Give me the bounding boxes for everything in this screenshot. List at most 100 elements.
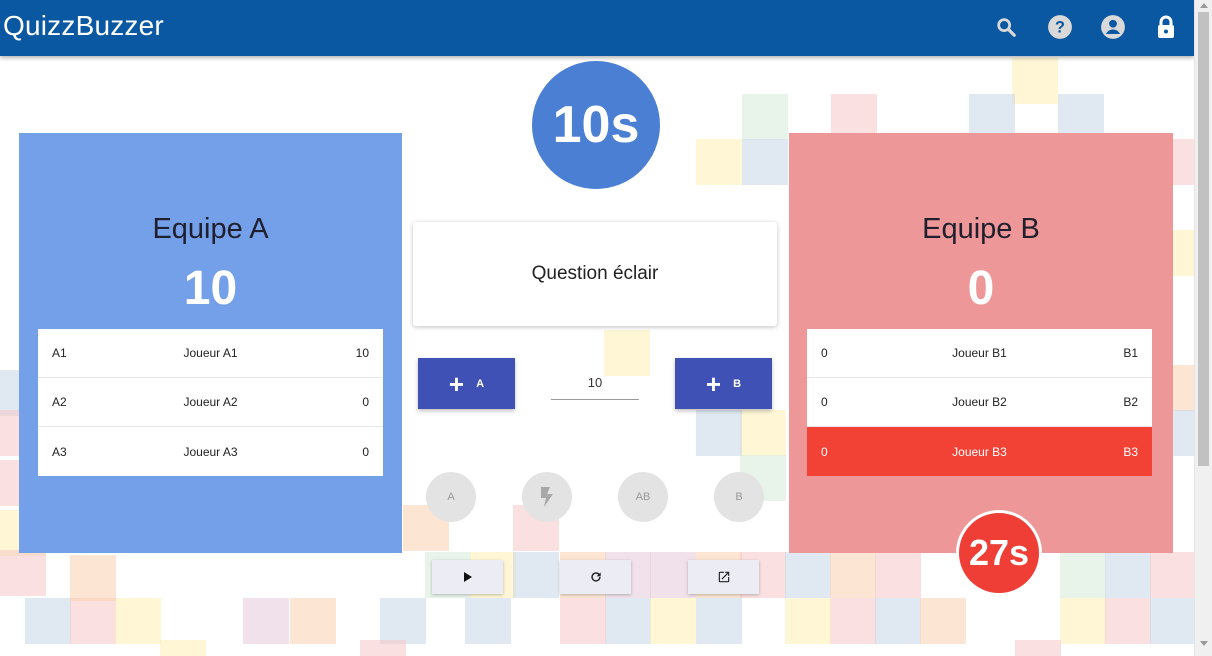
buzzer-a-button[interactable]: A	[426, 472, 476, 522]
player-id: A1	[52, 346, 67, 360]
player-row[interactable]: A1 Joueur A1 10	[38, 329, 383, 378]
player-name: Joueur B1	[952, 346, 1007, 360]
player-points: 0	[821, 395, 828, 409]
svg-text:?: ?	[1055, 18, 1065, 36]
app-title: QuizzBuzzer	[3, 10, 164, 41]
player-points: 10	[355, 346, 369, 360]
player-points: 0	[362, 444, 369, 459]
team-a-name: Equipe A	[152, 213, 269, 245]
background-square	[696, 598, 742, 644]
scroll-down-arrow[interactable]	[1200, 641, 1208, 646]
reset-button[interactable]	[560, 560, 631, 594]
player-row[interactable]: A2 Joueur A2 0	[38, 378, 383, 427]
team-b-panel: Equipe B 0 0 Joueur B1 B1 0 Joueur B2 B2…	[789, 133, 1173, 553]
lightning-icon	[541, 487, 553, 507]
open-external-button[interactable]	[688, 560, 759, 594]
player-name: Joueur A2	[183, 395, 238, 409]
vertical-scrollbar[interactable]	[1194, 0, 1212, 656]
points-input[interactable]	[551, 366, 639, 400]
main-timer: 10s	[532, 61, 660, 189]
team-b-timer: 27s	[956, 510, 1042, 596]
background-square	[160, 640, 206, 656]
add-points-team-a-label: A	[476, 377, 485, 390]
buzzer-flash-button[interactable]	[522, 472, 572, 522]
background-square	[696, 410, 742, 456]
lock-icon[interactable]	[1151, 12, 1181, 42]
buzzer-ab-label: AB	[635, 491, 651, 503]
background-square	[115, 598, 161, 644]
account-icon[interactable]	[1098, 12, 1128, 42]
player-points: 0	[362, 395, 369, 409]
player-name: Joueur B2	[952, 395, 1007, 409]
play-button[interactable]	[432, 560, 503, 594]
background-square	[785, 552, 831, 598]
background-square	[560, 598, 606, 644]
background-square	[243, 598, 289, 644]
buzzer-ab-button[interactable]: AB	[618, 472, 668, 522]
player-name: Joueur B3	[952, 444, 1007, 459]
background-square	[740, 410, 786, 456]
background-square	[1060, 598, 1106, 644]
background-square	[875, 598, 921, 644]
scroll-up-arrow[interactable]	[1200, 3, 1208, 8]
plus-icon: +	[448, 368, 465, 399]
background-square	[360, 640, 406, 656]
team-b-player-list: 0 Joueur B1 B1 0 Joueur B2 B2 0 Joueur B…	[807, 329, 1152, 476]
background-square	[742, 139, 788, 185]
background-square	[1060, 552, 1106, 598]
player-row-active[interactable]: 0 Joueur B3 B3	[807, 427, 1152, 476]
background-square	[830, 598, 876, 644]
background-square	[1012, 58, 1058, 104]
buzzer-a-label: A	[447, 491, 455, 503]
player-row[interactable]: 0 Joueur B1 B1	[807, 329, 1152, 378]
background-square	[290, 598, 336, 644]
background-square	[25, 598, 71, 644]
background-square	[70, 598, 116, 644]
top-app-bar: QuizzBuzzer ?	[0, 0, 1194, 56]
background-square	[875, 552, 921, 598]
team-a-score: 10	[183, 262, 238, 315]
team-a-player-list: A1 Joueur A1 10 A2 Joueur A2 0 A3 Joueur…	[38, 329, 383, 476]
question-card: Question éclair	[413, 222, 777, 326]
background-square	[0, 550, 46, 596]
add-points-team-b-label: B	[733, 377, 742, 390]
team-b-score: 0	[967, 262, 995, 315]
scroll-thumb[interactable]	[1198, 12, 1209, 466]
add-points-team-a-button[interactable]: + A	[418, 358, 515, 409]
open-external-icon	[718, 571, 729, 583]
background-square	[742, 94, 788, 140]
player-id: B1	[1123, 346, 1138, 360]
help-icon[interactable]: ?	[1045, 12, 1075, 42]
background-square	[1105, 598, 1151, 644]
buzzer-b-button[interactable]: B	[714, 472, 764, 522]
quizzbuzzer-app: QuizzBuzzer ? 10s Equipe A 10 A1 Joueur …	[0, 0, 1212, 656]
question-title: Question éclair	[531, 263, 659, 284]
play-icon	[463, 572, 472, 582]
background-square	[830, 552, 876, 598]
team-a-panel: Equipe A 10 A1 Joueur A1 10 A2 Joueur A2…	[19, 133, 402, 553]
player-id: B2	[1123, 395, 1138, 409]
player-points: 0	[821, 346, 828, 360]
plus-icon: +	[705, 368, 722, 399]
add-points-team-b-button[interactable]: + B	[675, 358, 772, 409]
background-square	[696, 139, 742, 185]
background-square	[70, 555, 116, 601]
team-b-name: Equipe B	[922, 213, 1040, 245]
background-square	[920, 598, 966, 644]
player-id: B3	[1123, 444, 1138, 459]
background-square	[513, 552, 559, 598]
player-name: Joueur A1	[183, 346, 238, 360]
background-square	[1150, 552, 1196, 598]
refresh-icon	[590, 572, 601, 582]
player-row[interactable]: A3 Joueur A3 0	[38, 427, 383, 476]
player-row[interactable]: 0 Joueur B2 B2	[807, 378, 1152, 427]
search-icon[interactable]	[991, 12, 1021, 42]
background-square	[380, 598, 426, 644]
background-square	[1105, 552, 1151, 598]
background-square	[650, 598, 696, 644]
background-square	[465, 598, 511, 644]
background-square	[785, 598, 831, 644]
player-name: Joueur A3	[183, 444, 238, 459]
background-square	[605, 598, 651, 644]
player-id: A2	[52, 395, 67, 409]
